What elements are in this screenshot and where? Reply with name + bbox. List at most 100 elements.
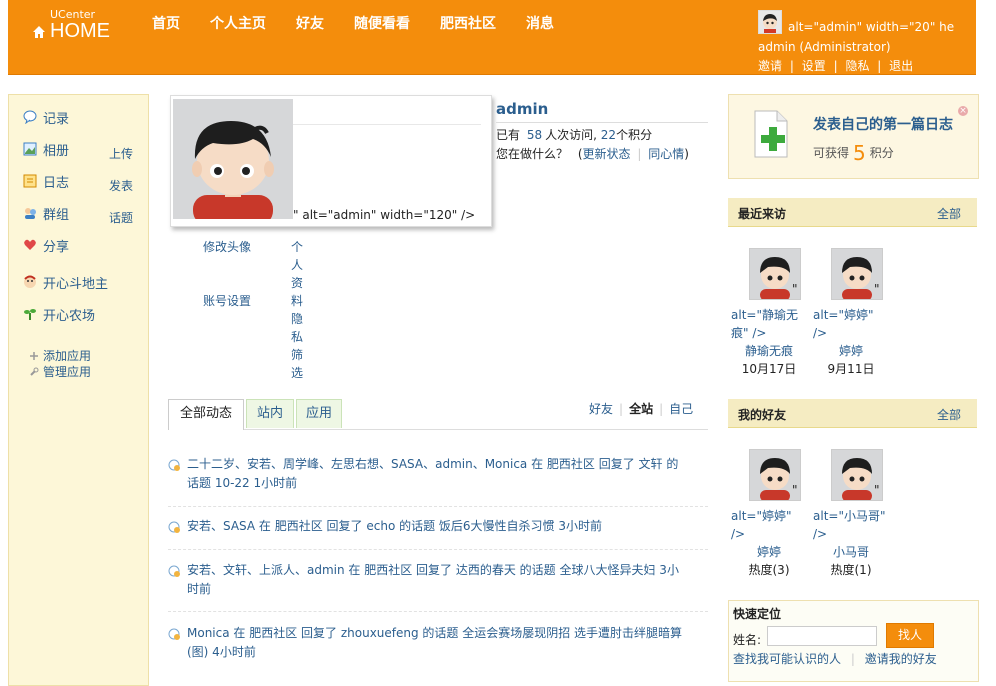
sidebar-item-label: 开心农场 (43, 308, 96, 324)
sidebar-item-label: 记录 (43, 111, 70, 127)
visit-date: 9月11日 (827, 362, 875, 376)
friend-name[interactable]: 小马哥 (811, 543, 891, 561)
nav-item-home[interactable]: 首页 (152, 13, 180, 33)
logout-link[interactable]: 退出 (889, 59, 913, 73)
sidebar-item-album[interactable]: 相册 (23, 140, 70, 159)
update-status-link[interactable]: 更新状态 (583, 147, 631, 161)
change-avatar-link[interactable]: 修改头像 (203, 238, 251, 255)
visitor-name[interactable]: 婷婷 (811, 342, 891, 360)
feed-text[interactable]: 二十二岁、安若、周学峰、左思右想、SASA、admin、Monica 在 肥西社… (187, 455, 687, 493)
farm-sprout-icon (24, 309, 36, 320)
vertical-char: 个 (291, 240, 304, 254)
header-username[interactable]: admin (Administrator) (758, 40, 891, 54)
profile-avatar[interactable] (173, 99, 293, 219)
profile-username[interactable]: admin (496, 100, 548, 118)
share-heart-icon (24, 239, 36, 250)
nav-item-friends[interactable]: 好友 (296, 13, 324, 33)
feed-text[interactable]: Monica 在 肥西社区 回复了 zhouxuefeng 的话题 全运会赛场屡… (187, 624, 687, 662)
sidebar-item-blog[interactable]: 日志 (23, 172, 69, 191)
profile-vertical-links[interactable]: 个 人 资 料 隐 私 筛 选 (291, 238, 305, 382)
friend-card[interactable]: " alt="小马哥" /> 小马哥 热度(1) (811, 449, 891, 579)
plus-icon (30, 351, 38, 360)
alt-quote: " (874, 483, 880, 497)
view-all-link[interactable]: 全部 (937, 205, 961, 222)
reward-points: 5 (853, 141, 866, 165)
vertical-char: 料 (291, 294, 304, 308)
feed-text[interactable]: 安若、SASA 在 肥西社区 回复了 echo 的话题 饭后6大慢性自杀习惯 3… (187, 517, 687, 536)
sidebar-item-label: 相册 (43, 143, 70, 159)
tab-apps[interactable]: 应用 (296, 399, 342, 428)
visitor-card[interactable]: " alt="婷婷" /> 婷婷 9月11日 (811, 248, 891, 378)
blog-promo-reward: 可获得 5 积分 (813, 141, 894, 165)
manage-app-label: 管理应用 (43, 365, 92, 379)
find-person-button[interactable]: 找人 (886, 623, 934, 648)
filter-all-site[interactable]: 全站 (629, 402, 653, 416)
friend-card[interactable]: " alt="婷婷" /> 婷婷 热度(3) (729, 449, 809, 579)
quick-locate-title: 快速定位 (733, 607, 782, 621)
vertical-char: 选 (291, 366, 304, 380)
reward-prefix: 可获得 (813, 146, 850, 160)
friend-heat: 热度(3) (748, 563, 790, 577)
alt-quote: " (792, 282, 798, 296)
alt-quote: " (874, 282, 880, 296)
sidebar-item-share[interactable]: 分享 (23, 236, 69, 255)
cards-game-icon (24, 275, 36, 288)
divider (291, 124, 481, 125)
stat-mid: 人次访问, (545, 128, 597, 142)
divider (496, 122, 708, 123)
visit-count[interactable]: 58 (527, 128, 542, 142)
stat-suffix: 个积分 (616, 128, 653, 142)
profile-stats: 已有 58 人次访问, 22个积分 (496, 126, 652, 143)
same-mood-link[interactable]: 同心情 (648, 147, 684, 161)
reply-icon (168, 521, 180, 533)
friend-alt-text: alt="小马哥" /> (813, 509, 886, 541)
quick-links: 查找我可能认识的人 | 邀请我的好友 (733, 652, 937, 666)
vertical-char: 筛 (291, 348, 304, 362)
album-upload-link[interactable]: 上传 (109, 145, 133, 162)
name-search-input[interactable] (767, 626, 877, 646)
close-icon[interactable]: × (958, 106, 968, 116)
nav-item-community[interactable]: 肥西社区 (440, 13, 496, 33)
account-settings-link[interactable]: 账号设置 (203, 292, 251, 309)
privacy-link[interactable]: 隐私 (845, 59, 869, 73)
logo-big-text: HOME (50, 20, 110, 42)
sidebar-item-farm-game[interactable]: 开心农场 (23, 305, 96, 324)
visitor-card[interactable]: " alt="静瑜无痕" /> 静瑜无痕 10月17日 (729, 248, 809, 378)
find-known-people-link[interactable]: 查找我可能认识的人 (733, 652, 841, 666)
sidebar-item-poker-game[interactable]: 开心斗地主 (23, 273, 108, 292)
tab-all-feed[interactable]: 全部动态 (168, 399, 244, 430)
manage-app-link[interactable]: 管理应用 (29, 363, 91, 380)
friend-name[interactable]: 婷婷 (729, 543, 809, 561)
link-separator: | (789, 59, 794, 73)
user-avatar-small[interactable] (758, 10, 782, 34)
blog-promo-title[interactable]: 发表自己的第一篇日志 (813, 114, 953, 134)
new-document-icon (754, 110, 788, 158)
vertical-char: 私 (291, 330, 304, 344)
alt-quote: " (792, 483, 798, 497)
link-separator: | (833, 59, 838, 73)
filter-self[interactable]: 自己 (669, 402, 693, 416)
visitor-alt-text: alt="静瑜无痕" /> (731, 308, 798, 340)
sidebar-item-records[interactable]: 记录 (23, 108, 70, 127)
nav-item-browse[interactable]: 随便看看 (354, 13, 410, 33)
header-user-links: 邀请 | 设置 | 隐私 | 退出 (758, 57, 913, 74)
invite-friends-link[interactable]: 邀请我的好友 (865, 652, 937, 666)
points-count[interactable]: 22 (601, 128, 616, 142)
view-all-link[interactable]: 全部 (937, 406, 961, 423)
invite-link[interactable]: 邀请 (758, 59, 782, 73)
sidebar-item-groups[interactable]: 群组 (23, 204, 69, 223)
visitor-alt-text: alt="婷婷" /> (813, 308, 874, 340)
filter-friends[interactable]: 好友 (589, 402, 613, 416)
settings-link[interactable]: 设置 (802, 59, 826, 73)
tab-site[interactable]: 站内 (246, 399, 294, 428)
nav-item-messages[interactable]: 消息 (526, 13, 554, 33)
blog-publish-link[interactable]: 发表 (109, 177, 133, 194)
left-sidebar: 记录 相册 上传 日志 发表 群组 话题 分享 开心斗地主 开心农场 添加应用 … (8, 94, 149, 686)
visitor-name[interactable]: 静瑜无痕 (729, 342, 809, 360)
add-app-link[interactable]: 添加应用 (29, 347, 91, 364)
feed-filters: 好友 | 全站 | 自己 (589, 402, 694, 416)
first-blog-promo[interactable]: 发表自己的第一篇日志 可获得 5 积分 × (728, 94, 979, 179)
nav-item-profile[interactable]: 个人主页 (210, 13, 266, 33)
groups-topic-link[interactable]: 话题 (109, 209, 133, 226)
feed-text[interactable]: 安若、文轩、上派人、admin 在 肥西社区 回复了 达西的春天 的话题 全球八… (187, 561, 687, 599)
